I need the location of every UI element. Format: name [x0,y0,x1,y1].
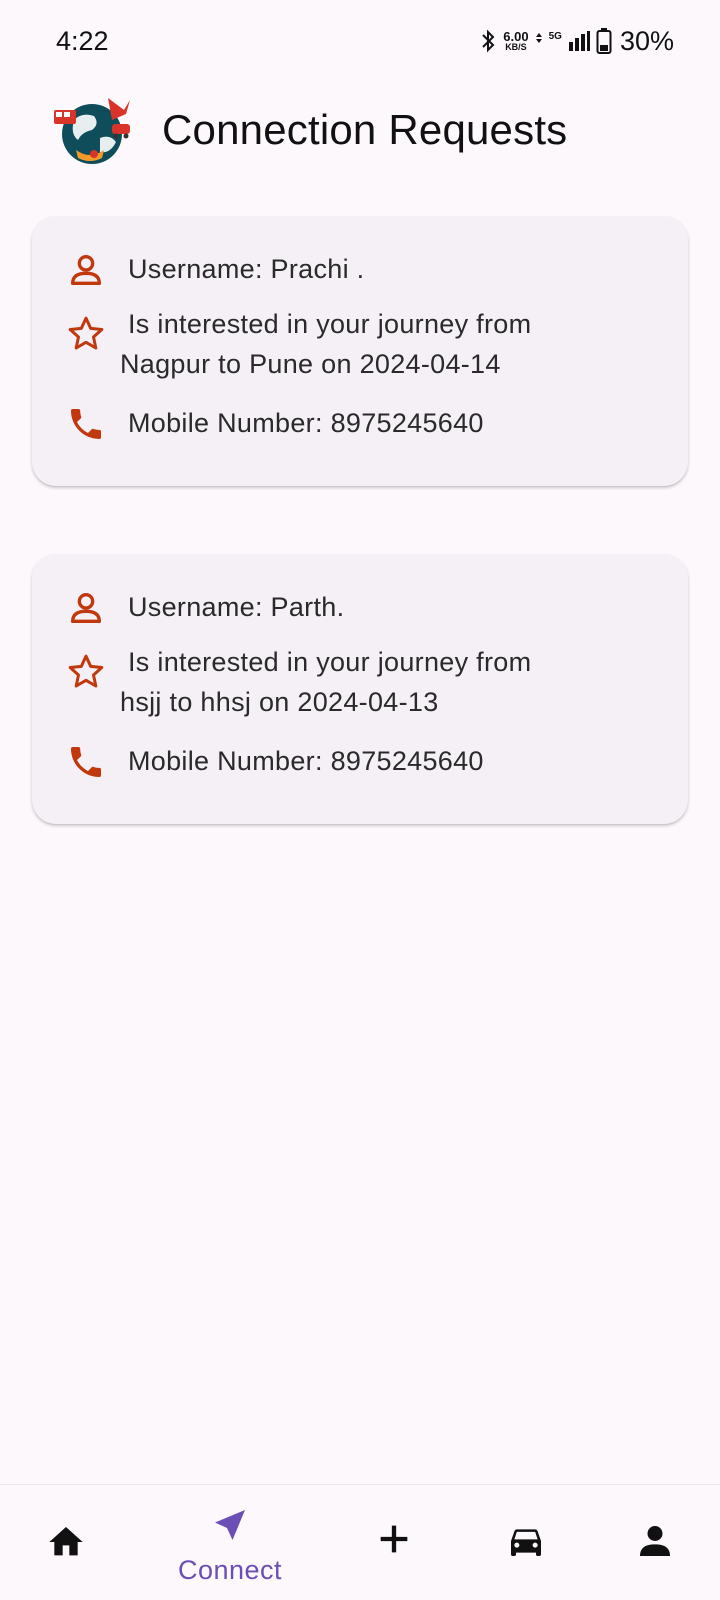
interest-line-1: Is interested in your journey from [128,647,532,677]
app-header: Connection Requests [0,86,720,176]
interest-text: Is interested in your journey from Nagpu… [120,304,640,384]
username-text: Username: Prachi . [128,254,365,284]
screen: 4:22 6.00 KB/S 5G 30% Connection Request… [0,0,720,1600]
person-icon [640,1526,670,1556]
app-logo [54,98,130,164]
request-card[interactable]: Username: Parth. Is interested in your j… [32,554,688,824]
page-title: Connection Requests [162,106,568,153]
bluetooth-icon [482,29,495,53]
mobile-text: Mobile Number: 8975245640 [128,746,484,776]
mobile-text: Mobile Number: 8975245640 [128,408,484,438]
nav-connect[interactable]: Connect [175,1485,285,1600]
status-bar: 4:22 6.00 KB/S 5G 30% [0,0,720,80]
nav-connect-label: Connect [177,1555,283,1585]
home-icon [49,1527,83,1556]
nav-add[interactable] [339,1485,449,1600]
signal-icon [568,31,590,51]
nav-home[interactable] [11,1485,121,1600]
status-icons: 6.00 KB/S 5G 30% [479,26,674,56]
bottom-nav: Connect [0,1484,720,1600]
star-icon [68,654,104,688]
network-type: 5G [548,30,562,42]
plus-icon [380,1525,408,1553]
username-text: Username: Parth. [128,592,345,622]
interest-line-2: hsjj to hhsj on 2024-04-13 [120,687,439,717]
battery-percent: 30% [619,25,674,56]
phone-icon[interactable] [66,742,106,782]
status-time: 4:22 [56,26,109,56]
person-icon [71,254,102,285]
navigation-arrow-icon [215,1510,245,1540]
star-icon [68,316,104,350]
person-icon [71,593,102,623]
network-speed-unit: KB/S [505,42,527,52]
nav-profile[interactable] [600,1485,710,1600]
request-card[interactable]: Username: Prachi . Is interested in your… [32,216,688,486]
interest-text: Is interested in your journey from hsjj … [120,642,640,722]
battery-icon [596,28,612,54]
nav-rides[interactable] [471,1485,581,1600]
phone-icon[interactable] [66,404,106,444]
data-arrows-icon [535,33,542,43]
car-icon [511,1529,541,1556]
network-speed: 6.00 KB/S [503,30,528,52]
interest-line-2: Nagpur to Pune on 2024-04-14 [120,349,501,379]
interest-line-1: Is interested in your journey from [128,309,532,339]
